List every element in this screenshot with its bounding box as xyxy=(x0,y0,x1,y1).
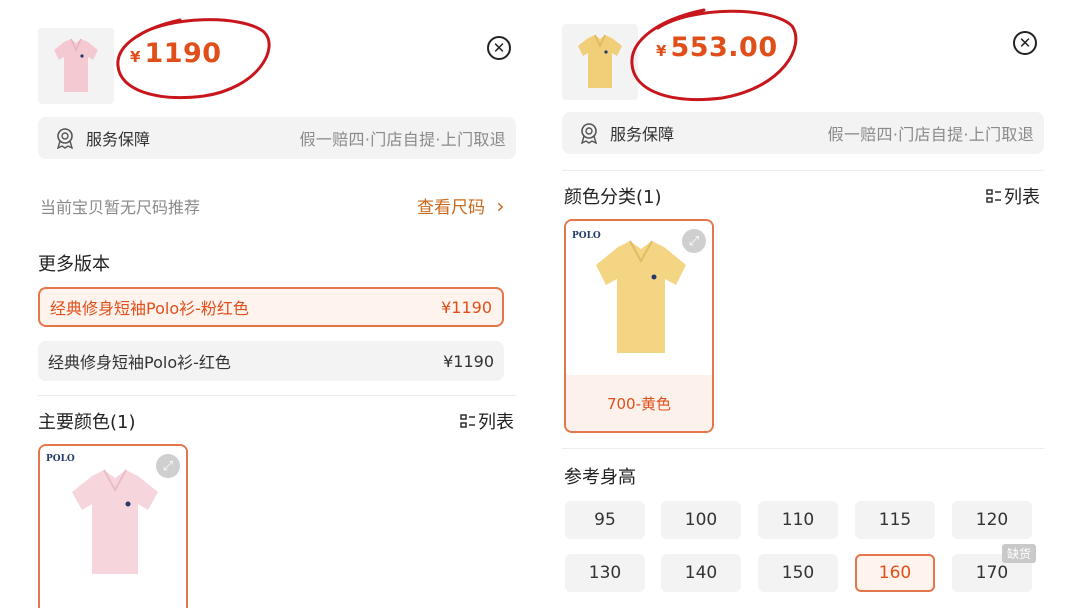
section-divider xyxy=(562,170,1044,171)
guarantee-badge-icon xyxy=(56,128,74,149)
service-label: 服务保障 xyxy=(86,130,151,149)
view-size-chart-label: 查看尺码 xyxy=(417,198,485,218)
size-recommend-text: 当前宝贝暂无尺码推荐 xyxy=(40,198,201,217)
expand-icon[interactable]: ⤢ xyxy=(682,229,706,253)
main-color-title: 主要颜色(1) xyxy=(38,412,136,433)
version-price: ¥1190 xyxy=(443,351,494,371)
height-option-110[interactable]: 110 xyxy=(758,501,838,539)
height-option-120[interactable]: 120 xyxy=(952,501,1032,539)
close-button[interactable]: ✕ xyxy=(1013,31,1037,55)
out-of-stock-badge: 缺货 xyxy=(1001,544,1036,563)
list-view-toggle[interactable]: 列表 xyxy=(986,183,1040,209)
list-toggle-label: 列表 xyxy=(478,412,514,433)
list-grid-icon xyxy=(460,414,475,428)
service-guarantee-row[interactable]: 服务保障 假一赔四·门店自提·上门取退 xyxy=(38,117,516,159)
color-swatch-pink[interactable]: POLO ⤢ xyxy=(38,444,188,608)
version-option-red[interactable]: 经典修身短袖Polo衫-红色 ¥1190 xyxy=(38,341,504,381)
product-thumbnail-pink[interactable] xyxy=(38,28,114,104)
brand-logo: POLO xyxy=(572,231,601,241)
height-option-150[interactable]: 150 xyxy=(758,554,838,592)
close-button[interactable]: ✕ xyxy=(487,36,511,60)
expand-icon[interactable]: ⤢ xyxy=(156,454,180,478)
product-thumbnail-yellow[interactable] xyxy=(562,24,638,100)
version-name: 经典修身短袖Polo衫-粉红色 xyxy=(50,299,249,318)
price-display: ¥ 1190 xyxy=(130,38,222,69)
section-divider xyxy=(38,395,516,396)
price-amount: 553.00 xyxy=(670,32,778,63)
more-versions-title: 更多版本 xyxy=(38,254,110,275)
guarantee-badge-icon xyxy=(580,123,598,144)
close-icon: ✕ xyxy=(492,38,506,57)
height-option-160[interactable]: 160 xyxy=(855,554,935,592)
price-display: ¥ 553.00 xyxy=(656,32,778,63)
service-detail: 假一赔四·门店自提·上门取退 xyxy=(827,125,1034,144)
service-detail: 假一赔四·门店自提·上门取退 xyxy=(299,130,506,149)
currency-symbol: ¥ xyxy=(656,42,667,60)
view-size-chart-link[interactable]: 查看尺码 › xyxy=(417,193,504,218)
color-caption: 700-黄色 xyxy=(566,375,712,431)
height-option-140[interactable]: 140 xyxy=(661,554,741,592)
price-amount: 1190 xyxy=(144,38,222,69)
version-name: 经典修身短袖Polo衫-红色 xyxy=(48,353,231,372)
pink-polo-shirt-icon xyxy=(38,28,114,104)
reference-height-title: 参考身高 xyxy=(564,467,636,488)
service-guarantee-row[interactable]: 服务保障 假一赔四·门店自提·上门取退 xyxy=(562,112,1044,154)
left-sku-panel: ¥ 1190 ✕ 服务保障 假一赔四·门店自提·上门取退 当前宝贝暂无尺码推荐 … xyxy=(24,0,524,608)
version-price: ¥1190 xyxy=(441,297,492,317)
section-divider xyxy=(562,448,1044,449)
version-option-pink[interactable]: 经典修身短袖Polo衫-粉红色 ¥1190 xyxy=(38,287,504,327)
currency-symbol: ¥ xyxy=(130,48,141,66)
list-view-toggle[interactable]: 列表 xyxy=(460,408,514,434)
list-toggle-label: 列表 xyxy=(1004,187,1040,208)
service-label: 服务保障 xyxy=(610,125,675,144)
color-swatch-yellow[interactable]: POLO ⤢ 700-黄色 xyxy=(564,219,714,433)
height-option-100[interactable]: 100 xyxy=(661,501,741,539)
height-option-130[interactable]: 130 xyxy=(565,554,645,592)
color-category-title: 颜色分类(1) xyxy=(564,187,662,208)
chevron-right-icon: › xyxy=(496,194,505,218)
close-icon: ✕ xyxy=(1018,33,1032,52)
height-option-95[interactable]: 95 xyxy=(565,501,645,539)
right-sku-panel: ¥ 553.00 ✕ 服务保障 假一赔四·门店自提·上门取退 颜色分类(1) 列… xyxy=(548,0,1056,608)
brand-logo: POLO xyxy=(46,454,75,464)
yellow-polo-shirt-icon xyxy=(562,24,638,100)
list-grid-icon xyxy=(986,189,1001,203)
height-option-170[interactable]: 170 缺货 xyxy=(952,544,1036,592)
height-option-115[interactable]: 115 xyxy=(855,501,935,539)
